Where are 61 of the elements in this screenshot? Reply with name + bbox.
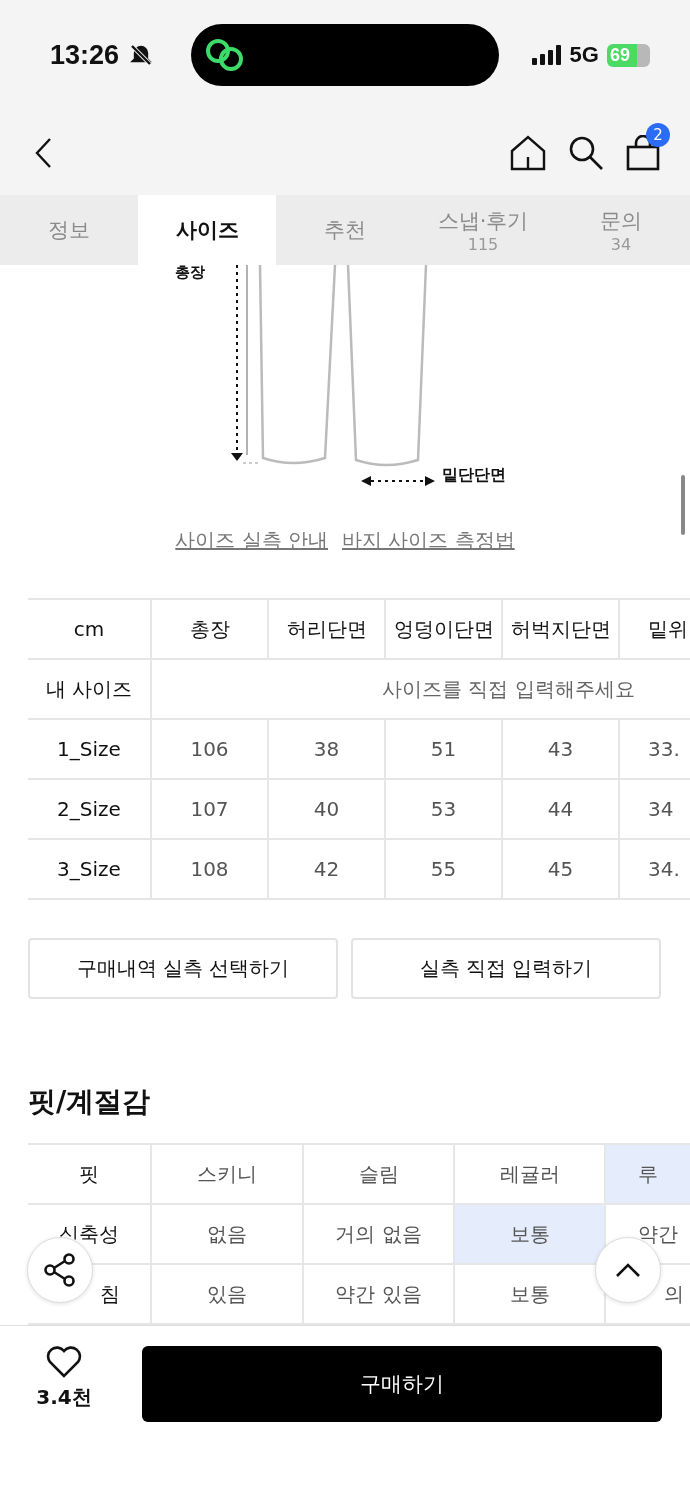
table-cell: 108 [152,840,269,898]
row-header: 3_Size [28,840,152,898]
link-icon [205,38,246,72]
fit-option: 슬림 [304,1145,455,1203]
guide-link[interactable]: 사이즈 실측 안내 [175,527,328,554]
battery-indicator: 69 [606,43,650,67]
fit-option: 있음 [152,1265,304,1323]
table-cell: 34. [620,840,690,898]
cart-count-badge: 2 [646,122,670,147]
section-tab[interactable]: 사이즈 [138,195,276,265]
table-cell: 40 [269,780,386,838]
table-cell: 43 [503,720,620,778]
buy-button[interactable]: 구매하기 [142,1346,662,1422]
table-cell: 34 [620,780,690,838]
section-tab[interactable]: 문의 34 [552,195,690,265]
row-header: 1_Size [28,720,152,778]
section-title: 핏/계절감 [28,1084,152,1120]
size-action-button[interactable]: 구매내역 실측 선택하기 [28,938,338,999]
table-cell: 106 [152,720,269,778]
table-cell: 51 [386,720,503,778]
table-cell: 33. [620,720,690,778]
network-label: 5G [569,42,599,68]
status-time: 13:26 [50,39,120,71]
table-cell: 44 [503,780,620,838]
heart-icon[interactable] [46,1346,82,1378]
column-header: 엉덩이단면 [386,600,503,658]
scrollbar [681,475,685,535]
column-header: 허벅지단면 [503,600,620,658]
my-size-field[interactable]: 사이즈를 직접 입력해주세요 [152,660,690,718]
table-cell: 55 [386,840,503,898]
column-header: 허리단면 [269,600,386,658]
fit-option: 없음 [152,1205,304,1263]
guide-link[interactable]: 바지 사이즈 측정법 [342,527,515,554]
table-cell: 42 [269,840,386,898]
fit-option: 약간 있음 [304,1265,455,1323]
section-tab[interactable]: 스냅·후기 115 [414,195,552,265]
fit-option: 루 [606,1145,690,1203]
row-header: 핏 [28,1145,152,1203]
home-button[interactable] [510,134,546,171]
table-cell: 107 [152,780,269,838]
chevron-up-icon [615,1262,641,1278]
pants-measurement-drawing: 총장 밑단단면 [175,265,515,495]
row-header: 내 사이즈 [28,660,152,718]
section-tab[interactable]: 추천 [276,195,414,265]
table-cell: 53 [386,780,503,838]
column-header: 총장 [152,600,269,658]
signal-icon [531,45,562,65]
table-cell: 38 [269,720,386,778]
row-header: 2_Size [28,780,152,838]
column-header: 밑위 [620,600,690,658]
section-tab[interactable]: 정보 [0,195,138,265]
fit-option: 보통 [455,1205,606,1263]
bell-off-icon [129,43,154,67]
table-cell: 45 [503,840,620,898]
back-button[interactable] [34,136,52,169]
size-action-button[interactable]: 실측 직접 입력하기 [351,938,661,999]
column-header: cm [28,600,152,658]
fit-option: 스키니 [152,1145,304,1203]
share-icon [44,1253,76,1287]
search-button[interactable] [568,134,604,171]
like-count: 3.4천 [36,1384,92,1411]
